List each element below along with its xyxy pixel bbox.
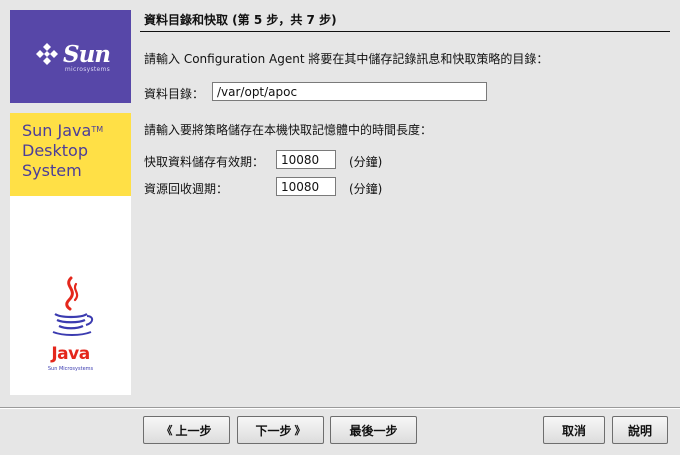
back-button[interactable]: 《 上一步: [143, 416, 230, 444]
last-step-button-label: 最後一步: [349, 423, 398, 438]
step-title: 資料目錄和快取 (第 5 步，共 7 步): [144, 13, 337, 27]
product-line-1: Sun Java: [22, 121, 92, 140]
cache-prompt: 請輸入要將策略儲存在本機快取記憶體中的時間長度：: [144, 123, 433, 137]
cache-ttl-label: 快取資料儲存有效期：: [144, 155, 265, 169]
product-line-3: System: [22, 161, 82, 180]
cancel-button[interactable]: 取消: [543, 416, 605, 444]
last-step-button[interactable]: 最後一步: [330, 416, 417, 444]
back-button-label: 上一步: [175, 423, 212, 438]
product-line-2: Desktop: [22, 141, 88, 160]
directory-prompt: 請輸入 Configuration Agent 將要在其中儲存記錄訊息和快取策略…: [144, 52, 549, 66]
footer-divider-highlight: [0, 408, 680, 409]
cache-ttl-input[interactable]: [276, 150, 336, 169]
gc-period-label: 資源回收週期：: [144, 182, 229, 196]
java-logo-subtitle: Sun Microsystems: [47, 366, 94, 372]
help-button-label: 說明: [627, 423, 652, 438]
next-button-label: 下一步: [255, 423, 292, 438]
cache-ttl-unit: (分鐘): [349, 155, 383, 169]
java-cup-icon: [52, 276, 94, 336]
data-directory-input[interactable]: [212, 82, 487, 101]
sun-logo-subtitle: microsystems: [64, 65, 111, 73]
double-chevron-left-icon: 《: [161, 424, 173, 437]
next-button[interactable]: 下一步 》: [237, 416, 324, 444]
branding-panel: Sun microsystems Sun JavaTM Desktop Syst…: [10, 10, 131, 395]
trademark-mark: TM: [91, 125, 104, 134]
gc-period-unit: (分鐘): [349, 182, 383, 196]
help-button[interactable]: 說明: [612, 416, 668, 444]
sun-logo-text: Sun: [62, 40, 111, 68]
java-logo-panel: Java Sun Microsystems: [10, 196, 131, 395]
product-name-panel: Sun JavaTM Desktop System: [10, 113, 131, 196]
sun-diamond-icon: [35, 43, 58, 65]
header-divider: [140, 31, 670, 32]
sun-logo-panel: Sun microsystems: [10, 10, 131, 103]
double-chevron-right-icon: 》: [294, 424, 306, 437]
cancel-button-label: 取消: [561, 423, 586, 438]
data-directory-label: 資料目錄：: [144, 87, 205, 101]
gc-period-input[interactable]: [276, 177, 336, 196]
java-logo-text: Java: [51, 344, 90, 364]
